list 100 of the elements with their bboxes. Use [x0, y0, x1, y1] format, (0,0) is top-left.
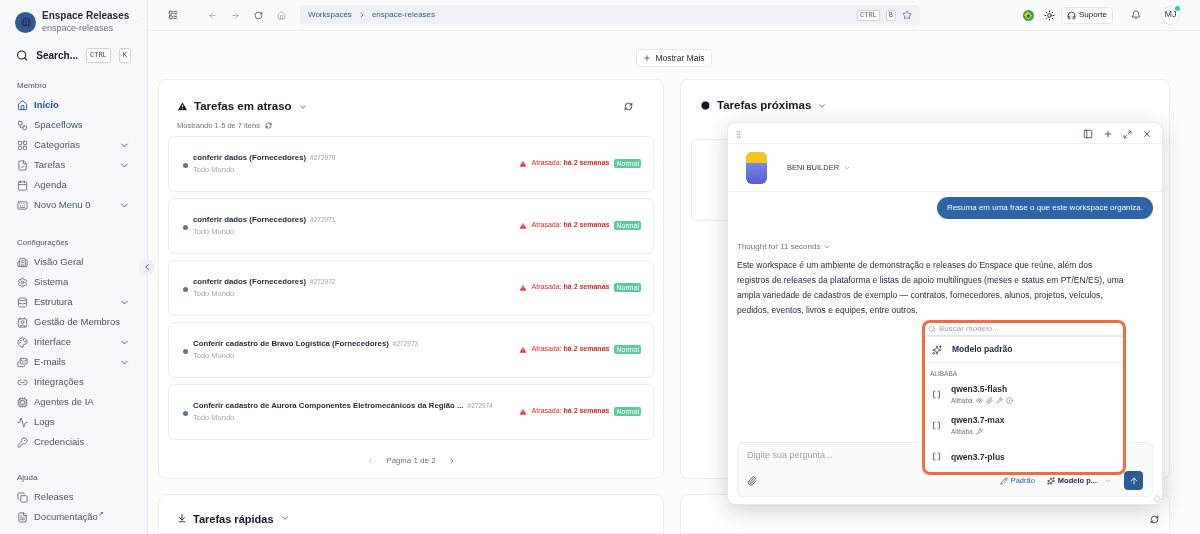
nav-item[interactable]: Estrutura	[12, 292, 135, 312]
warning-icon	[177, 101, 188, 113]
warning-icon	[518, 283, 527, 292]
nav-item[interactable]: Credenciais	[12, 432, 135, 452]
brackets-icon	[932, 421, 941, 430]
card-title: Tarefas rápidas	[193, 513, 274, 525]
nav-item[interactable]: Logs	[12, 412, 135, 432]
chevron-left-icon	[142, 262, 152, 272]
nav-icon	[17, 119, 28, 131]
headset-icon	[1066, 10, 1076, 20]
nav-icon	[17, 356, 28, 368]
nav-item[interactable]: Interface	[12, 332, 135, 352]
bullet-icon	[183, 349, 188, 354]
nav-icon	[17, 179, 28, 191]
bullet-icon	[183, 287, 188, 292]
warning-icon	[518, 221, 527, 230]
nav-icon	[17, 336, 28, 348]
section-heading: Configurações	[16, 237, 70, 249]
close-icon[interactable]	[1142, 129, 1152, 139]
collapse-sidebar-button[interactable]	[139, 259, 155, 275]
nav-item[interactable]: Categorias	[12, 135, 135, 155]
notifications-icon[interactable]	[1131, 10, 1141, 20]
nav-item[interactable]: Tarefas	[12, 155, 135, 175]
search-icon	[928, 325, 936, 334]
nav-item[interactable]: Sistema	[12, 272, 135, 292]
nav-icon	[17, 276, 28, 288]
refresh-icon[interactable]	[624, 102, 633, 112]
plus-icon	[643, 54, 652, 62]
section-heading: Membro	[16, 80, 48, 92]
paperclip-icon	[985, 397, 993, 404]
sparkles-icon	[932, 344, 942, 355]
expand-icon[interactable]	[1123, 129, 1132, 139]
model-option[interactable]: qwen3.7-plus	[925, 441, 1123, 472]
section-heading: Ajuda	[16, 472, 39, 484]
sidebar-toggle-icon[interactable]	[1083, 129, 1093, 139]
nav-item[interactable]: Agenda	[12, 175, 135, 195]
warning-icon	[518, 159, 527, 168]
layout-icon[interactable]	[168, 10, 178, 20]
new-chat-icon[interactable]	[1103, 129, 1113, 139]
workspace-name: Enspace Releases	[42, 10, 130, 22]
pencil-icon	[999, 476, 1008, 485]
nav-item[interactable]: Documentação$^{↗}$	[12, 507, 135, 527]
refresh-icon[interactable]	[254, 10, 263, 20]
nav-icon	[17, 511, 28, 523]
nav-icon	[17, 491, 28, 503]
nav-icon	[17, 436, 28, 448]
pagination-label: Página 1 de 2	[386, 454, 436, 467]
nav-item[interactable]: Spaceflows	[12, 115, 135, 135]
show-more-button[interactable]: Mostrar Mais	[636, 49, 712, 67]
wrench-icon	[995, 397, 1003, 404]
star-icon[interactable]	[902, 10, 912, 20]
wrench-icon	[975, 428, 983, 435]
nav-icon	[17, 139, 28, 151]
pin-icon	[177, 513, 187, 523]
theme-toggle-icon[interactable]	[1043, 9, 1055, 21]
user-message: Resuma em uma frase o que este workspace organiza.	[936, 197, 1153, 219]
card-title: Tarefas próximas	[717, 98, 812, 113]
nav-item[interactable]: Novo Menu 0	[12, 195, 135, 215]
nav-icon	[17, 416, 28, 428]
nav-item[interactable]: Início	[12, 95, 135, 115]
breadcrumb-link[interactable]: Workspaces	[308, 9, 352, 21]
nav-icon	[17, 316, 28, 328]
refresh-icon[interactable]	[1150, 515, 1159, 524]
workspace-slug: enspace-releases	[42, 22, 115, 34]
nav-icon	[17, 396, 28, 408]
drag-handle-icon[interactable]	[734, 129, 743, 139]
flag-icon[interactable]	[1022, 9, 1034, 21]
breadcrumb-link[interactable]: enspace-releases	[371, 9, 436, 21]
nav-item[interactable]: Visão Geral	[12, 252, 135, 272]
sparkles-icon	[1046, 476, 1055, 485]
nav-icon	[17, 256, 28, 268]
bullet-icon	[183, 163, 188, 168]
support-button[interactable]: Suporte	[1060, 6, 1113, 24]
agent-avatar	[746, 151, 767, 184]
nav-item[interactable]: Integrações	[12, 372, 135, 392]
assistant-message: Este workspace é um ambiente de demonstração e releases do Enspace que reúne, além dos registros de releases da plataforma e listas de apoio multilíngues (meses e status em PT/EN/ES), uma ampla variedade de cadastros de exemplo — contratos, fornecedores, alunos, projetos, veículos, pedidos, eventos, livros e equipes, entre outros.	[737, 259, 1125, 317]
refresh-icon[interactable]	[264, 122, 272, 130]
workspace-logo	[15, 11, 36, 33]
nav-item[interactable]: E-mails	[12, 352, 135, 372]
send-button[interactable]	[1124, 471, 1143, 490]
eye-icon	[975, 397, 983, 404]
nav-item[interactable]: Agentes de IA	[12, 392, 135, 412]
brackets-icon	[932, 452, 941, 461]
nav-item[interactable]: Gestão de Membros	[12, 312, 135, 332]
arrow-up-icon	[1128, 475, 1139, 486]
info-icon	[1005, 397, 1013, 404]
nav-icon	[17, 199, 28, 211]
search-icon	[16, 49, 29, 62]
bullet-icon	[183, 225, 188, 230]
search-field[interactable]: Search...	[36, 48, 78, 63]
attach-icon[interactable]	[747, 475, 757, 486]
nav-icon	[17, 159, 28, 171]
card-title: Tarefas em atraso	[194, 99, 292, 114]
nav-icon	[17, 99, 28, 111]
bullet-icon	[183, 411, 188, 416]
thought-toggle[interactable]: Thought for 11 seconds	[737, 241, 832, 253]
nav-icon	[17, 296, 28, 308]
user-avatar[interactable]: MJ	[1161, 5, 1180, 25]
warning-icon	[518, 407, 527, 416]
nav-item[interactable]: Releases	[12, 487, 135, 507]
